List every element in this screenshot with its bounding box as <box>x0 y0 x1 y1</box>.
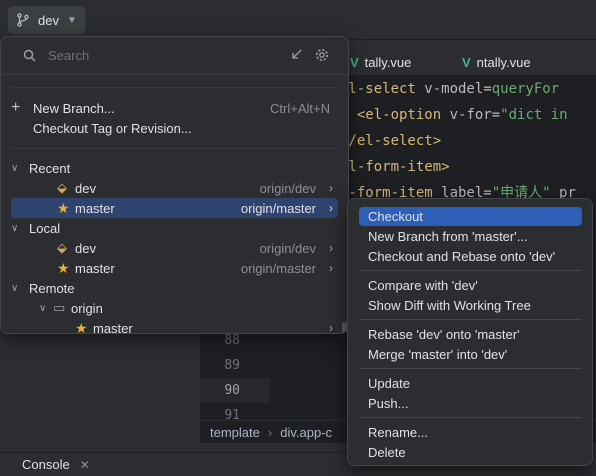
checkout-tag-label: Checkout Tag or Revision... <box>33 120 192 136</box>
code-line[interactable]: <el-option v-for="dict in <box>340 102 596 128</box>
branch-name: master <box>75 260 115 276</box>
branch-item-remote-master[interactable]: ★ master › <box>11 318 338 334</box>
current-branch-label: dev <box>38 12 59 28</box>
code-token: v-for= <box>441 107 501 123</box>
breadcrumb-separator: › <box>267 424 273 440</box>
tab-label: ntally.vue <box>476 54 531 70</box>
code-token: "dict in <box>500 107 568 123</box>
separator <box>11 148 338 149</box>
code-token: el-select <box>340 81 416 97</box>
branch-name: dev <box>75 240 96 256</box>
group-recent[interactable]: ∨ Recent <box>11 158 338 178</box>
chevron-down-icon: ∨ <box>39 302 47 314</box>
group-label: Local <box>29 220 61 236</box>
tracking-branch: origin/dev <box>259 240 316 256</box>
menu-item-new-branch-from[interactable]: New Branch from 'master'... <box>359 227 582 246</box>
tab-tally[interactable]: V tally.vue <box>350 48 411 76</box>
console-tab[interactable]: Console <box>22 457 70 472</box>
tab-label: tally.vue <box>364 54 412 70</box>
settings-icon[interactable] <box>315 48 329 62</box>
menu-separator <box>359 368 582 369</box>
vue-icon: V <box>350 54 359 70</box>
group-remote[interactable]: ∨ Remote <box>11 278 338 298</box>
chevron-down-icon: ∨ <box>11 222 19 234</box>
branch-item-recent-master[interactable]: ★ master origin/master › <box>11 198 338 218</box>
remote-folder-origin[interactable]: ∨ ▭ origin <box>11 298 338 318</box>
code-line[interactable]: el-select v-model=queryFor <box>340 76 596 102</box>
separator <box>11 87 338 88</box>
chevron-right-icon: › <box>329 181 333 195</box>
tracking-branch: origin/master <box>240 260 316 276</box>
branch-name: master <box>93 320 133 334</box>
code-lines[interactable]: el-select v-model=queryFor <el-option v-… <box>340 76 596 206</box>
code-line[interactable]: </el-select> <box>340 128 596 154</box>
group-local[interactable]: ∨ Local <box>11 218 338 238</box>
group-label: Recent <box>29 160 71 176</box>
chevron-right-icon: › <box>329 201 333 215</box>
branch-item-local-dev[interactable]: ⬙ dev origin/dev › <box>11 238 338 258</box>
shortcut-label: Ctrl+Alt+N <box>270 100 330 116</box>
tracking-branch: origin/master <box>240 200 316 216</box>
branch-item-recent-dev[interactable]: ⬙ dev origin/dev › <box>11 178 338 198</box>
chevron-down-icon: ▼ <box>66 14 77 26</box>
code-token: </el-select> <box>340 133 442 149</box>
branches-popup: Search + New Branch... Ctrl+Alt+N Checko… <box>0 36 349 334</box>
code-token: v-model= <box>415 81 492 97</box>
branch-item-local-master[interactable]: ★ master origin/master › <box>11 258 338 278</box>
menu-item-update[interactable]: Update <box>359 374 582 393</box>
branch-name: dev <box>75 180 96 196</box>
new-branch-label: New Branch... <box>33 100 115 116</box>
tag-icon: ⬙ <box>57 240 67 255</box>
chevron-right-icon: › <box>329 241 333 255</box>
star-icon: ★ <box>75 319 88 334</box>
menu-item-show-diff[interactable]: Show Diff with Working Tree <box>359 296 582 315</box>
menu-item-checkout-and-rebase[interactable]: Checkout and Rebase onto 'dev' <box>359 247 582 266</box>
tab-ntally[interactable]: V ntally.vue <box>462 48 531 76</box>
menu-item-delete[interactable]: Delete <box>359 443 582 462</box>
plus-icon: + <box>11 99 21 116</box>
chevron-down-icon: ∨ <box>11 162 19 174</box>
checkout-tag-item[interactable]: Checkout Tag or Revision... <box>11 118 338 138</box>
tracking-branch: origin/dev <box>259 180 316 196</box>
close-icon[interactable]: ✕ <box>80 458 90 472</box>
menu-separator <box>359 319 582 320</box>
main-toolbar: dev ▼ <box>0 0 596 40</box>
menu-item-checkout[interactable]: Checkout <box>359 207 582 226</box>
star-icon: ★ <box>57 259 70 276</box>
line-number: 89 <box>224 358 240 373</box>
vcs-branch-widget[interactable]: dev ▼ <box>8 6 85 34</box>
new-branch-item[interactable]: + New Branch... Ctrl+Alt+N <box>11 98 338 118</box>
folder-name: origin <box>71 300 103 316</box>
chevron-right-icon: › <box>329 321 333 334</box>
search-bar[interactable]: Search <box>1 37 348 75</box>
chevron-down-icon: ∨ <box>11 282 19 294</box>
group-label: Remote <box>29 280 75 296</box>
line-number-current: 90 <box>200 378 270 403</box>
breadcrumb-item[interactable]: div.app-c <box>280 425 332 440</box>
menu-item-rename[interactable]: Rename... <box>359 423 582 442</box>
arrow-icon[interactable] <box>290 48 303 61</box>
menu-item-rebase[interactable]: Rebase 'dev' onto 'master' <box>359 325 582 344</box>
menu-item-push[interactable]: Push... <box>359 394 582 413</box>
code-token: el-form-item> <box>340 159 450 175</box>
search-input[interactable]: Search <box>48 48 89 63</box>
branch-actions-menu: Checkout New Branch from 'master'... Che… <box>347 198 593 466</box>
breadcrumb-item[interactable]: template <box>210 425 260 440</box>
star-icon: ★ <box>57 199 70 216</box>
branch-icon <box>17 13 29 27</box>
folder-icon: ▭ <box>53 300 66 315</box>
menu-separator <box>359 270 582 271</box>
menu-item-merge[interactable]: Merge 'master' into 'dev' <box>359 345 582 364</box>
code-line[interactable]: el-form-item> <box>340 154 596 180</box>
vue-icon: V <box>462 54 471 70</box>
menu-separator <box>359 417 582 418</box>
chevron-right-icon: › <box>329 261 333 275</box>
line-gutter: 88 89 90 91 <box>200 328 270 428</box>
tag-icon: ⬙ <box>57 180 67 195</box>
branch-name: master <box>75 200 115 216</box>
search-icon <box>23 49 36 62</box>
menu-item-compare[interactable]: Compare with 'dev' <box>359 276 582 295</box>
code-token: <el-option <box>356 107 442 123</box>
code-token: queryFor <box>491 81 560 97</box>
